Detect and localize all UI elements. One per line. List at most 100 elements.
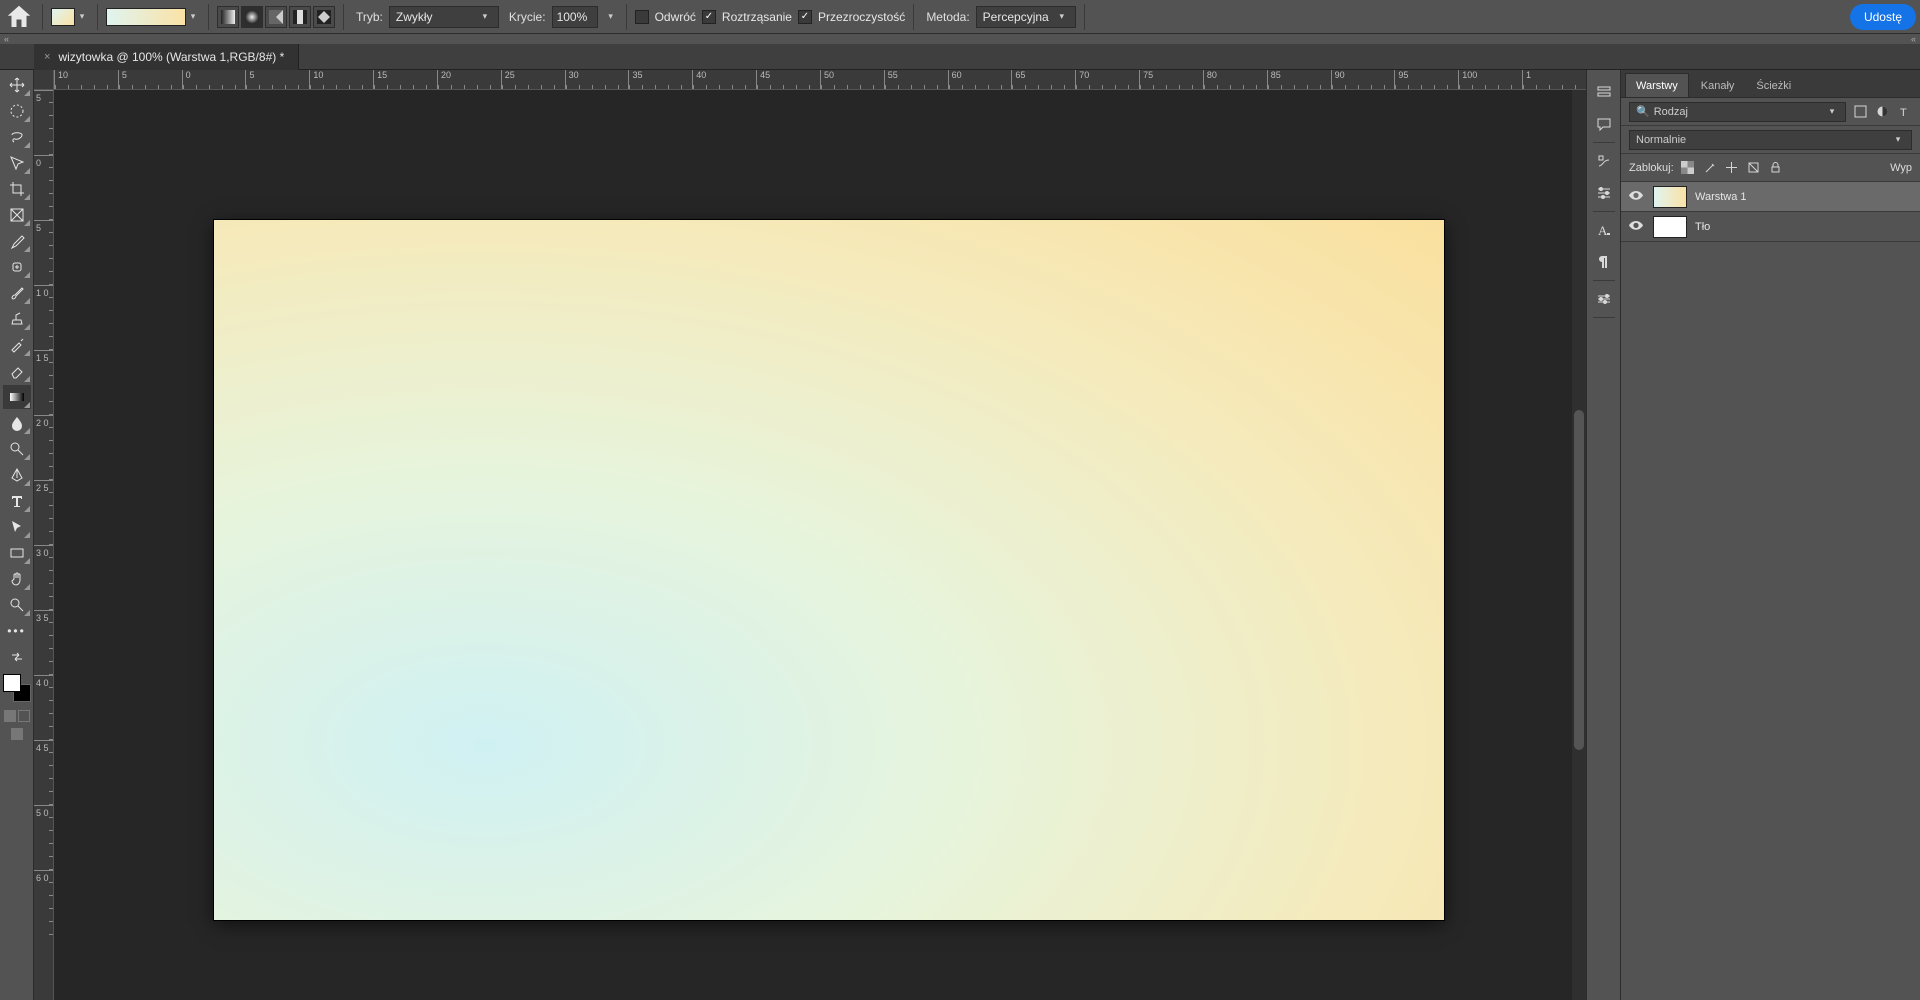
panel-tabs: Warstwy Kanały Ścieżki bbox=[1621, 70, 1920, 98]
paragraph-panel-icon[interactable] bbox=[1593, 252, 1615, 272]
scrollbar-thumb[interactable] bbox=[1574, 410, 1584, 750]
frame-tool[interactable] bbox=[3, 203, 31, 227]
tab-layers[interactable]: Warstwy bbox=[1625, 73, 1689, 97]
ruler-tick: 95 bbox=[1394, 70, 1458, 89]
tab-channels[interactable]: Kanały bbox=[1691, 74, 1745, 97]
eyedropper-tool[interactable] bbox=[3, 229, 31, 253]
blend-mode-row: Normalnie ▾ bbox=[1621, 126, 1920, 154]
method-select[interactable]: Percepcyjna ▾ bbox=[976, 6, 1076, 28]
comments-panel-icon[interactable] bbox=[1593, 114, 1615, 134]
reverse-label: Odwróć bbox=[655, 10, 696, 24]
brushes-panel-icon[interactable] bbox=[1593, 151, 1615, 171]
filter-pixel-icon[interactable] bbox=[1852, 104, 1868, 120]
edit-toolbar-button[interactable]: ••• bbox=[3, 619, 31, 643]
ruler-tick: 30 bbox=[565, 70, 629, 89]
path-selection-tool[interactable] bbox=[3, 515, 31, 539]
diamond-gradient-button[interactable] bbox=[313, 6, 335, 28]
ruler-origin[interactable] bbox=[34, 70, 54, 90]
crop-tool[interactable] bbox=[3, 177, 31, 201]
hand-tool[interactable] bbox=[3, 567, 31, 591]
layer-thumbnail[interactable] bbox=[1653, 186, 1687, 208]
rectangle-tool[interactable] bbox=[3, 541, 31, 565]
tool-preset-picker[interactable]: ▾ bbox=[51, 8, 89, 26]
checkbox-icon bbox=[635, 10, 649, 24]
collapse-left-icon[interactable]: « bbox=[4, 34, 9, 44]
history-panel-icon[interactable] bbox=[1593, 82, 1615, 102]
vertical-ruler[interactable]: 5051 01 52 02 53 03 54 04 55 06 0 bbox=[34, 90, 54, 1000]
opacity-label: Krycie: bbox=[509, 10, 546, 24]
foreground-color-swatch[interactable] bbox=[3, 674, 21, 692]
horizontal-ruler[interactable]: 1050510152025303540455055606570758085909… bbox=[54, 70, 1586, 90]
vertical-scrollbar[interactable] bbox=[1572, 90, 1586, 1000]
lock-transparent-icon[interactable] bbox=[1680, 160, 1696, 176]
gradient-icon bbox=[51, 8, 75, 26]
tab-paths[interactable]: Ścieżki bbox=[1746, 74, 1801, 97]
pen-tool[interactable] bbox=[3, 463, 31, 487]
color-swatches[interactable] bbox=[3, 674, 31, 702]
properties-panel-icon[interactable] bbox=[1593, 289, 1615, 309]
brush-tool[interactable] bbox=[3, 281, 31, 305]
ruler-tick: 20 bbox=[437, 70, 501, 89]
close-icon[interactable]: × bbox=[44, 51, 50, 63]
document-tab[interactable]: × wizytowka @ 100% (Warstwa 1,RGB/8#) * bbox=[34, 44, 299, 70]
zoom-tool[interactable] bbox=[3, 593, 31, 617]
standard-mode-icon bbox=[4, 710, 16, 722]
blur-tool[interactable] bbox=[3, 411, 31, 435]
move-tool[interactable] bbox=[3, 73, 31, 97]
healing-brush-tool[interactable] bbox=[3, 255, 31, 279]
clone-stamp-tool[interactable] bbox=[3, 307, 31, 331]
opacity-input[interactable]: 100% bbox=[552, 6, 598, 28]
marquee-tool[interactable] bbox=[3, 99, 31, 123]
dither-label: Roztrząsanie bbox=[722, 10, 792, 24]
share-button[interactable]: Udostę bbox=[1850, 4, 1916, 30]
history-brush-tool[interactable] bbox=[3, 333, 31, 357]
layer-thumbnail[interactable] bbox=[1653, 216, 1687, 238]
separator bbox=[626, 4, 627, 30]
opacity-value: 100% bbox=[557, 10, 588, 24]
blend-mode-value: Zwykły bbox=[396, 10, 433, 24]
quick-mask-toggle[interactable] bbox=[4, 710, 30, 722]
visibility-icon[interactable] bbox=[1629, 221, 1645, 233]
separator bbox=[97, 4, 98, 30]
home-button[interactable] bbox=[4, 4, 34, 30]
gradient-picker[interactable]: ▾ bbox=[106, 8, 200, 26]
lock-image-icon[interactable] bbox=[1702, 160, 1718, 176]
reflected-gradient-button[interactable] bbox=[289, 6, 311, 28]
layer-filter-select[interactable]: 🔍 Rodzaj ▾ bbox=[1629, 102, 1846, 122]
blend-mode-select[interactable]: Zwykły ▾ bbox=[389, 6, 499, 28]
layer-blend-select[interactable]: Normalnie ▾ bbox=[1629, 130, 1912, 150]
separator bbox=[913, 4, 914, 30]
chevron-down-icon[interactable]: ▾ bbox=[604, 8, 618, 26]
canvas[interactable] bbox=[214, 220, 1444, 920]
adjustments-panel-icon[interactable] bbox=[1593, 183, 1615, 203]
collapse-right-icon[interactable]: « bbox=[1911, 34, 1916, 44]
transparency-checkbox[interactable]: Przezroczystość bbox=[798, 10, 905, 24]
svg-text:A: A bbox=[1598, 223, 1608, 238]
angle-gradient-button[interactable] bbox=[265, 6, 287, 28]
visibility-icon[interactable] bbox=[1629, 191, 1645, 203]
lock-all-icon[interactable] bbox=[1768, 160, 1784, 176]
lock-position-icon[interactable] bbox=[1724, 160, 1740, 176]
dither-checkbox[interactable]: Roztrząsanie bbox=[702, 10, 792, 24]
ruler-tick: 10 bbox=[54, 70, 118, 89]
lock-artboard-icon[interactable] bbox=[1746, 160, 1762, 176]
filter-type-icon[interactable]: T bbox=[1896, 104, 1912, 120]
chevron-down-icon: ▾ bbox=[1891, 131, 1905, 149]
share-label: Udostę bbox=[1864, 10, 1902, 24]
eraser-tool[interactable] bbox=[3, 359, 31, 383]
lasso-tool[interactable] bbox=[3, 125, 31, 149]
dodge-tool[interactable] bbox=[3, 437, 31, 461]
linear-gradient-button[interactable] bbox=[217, 6, 239, 28]
gradient-tool[interactable] bbox=[3, 385, 31, 409]
screen-mode-toggle[interactable] bbox=[11, 728, 23, 740]
radial-gradient-button[interactable] bbox=[241, 6, 263, 28]
filter-adjust-icon[interactable] bbox=[1874, 104, 1890, 120]
quick-selection-tool[interactable] bbox=[3, 151, 31, 175]
search-icon: 🔍 bbox=[1636, 105, 1650, 118]
character-panel-icon[interactable]: A bbox=[1593, 220, 1615, 240]
swap-colors-button[interactable] bbox=[3, 645, 31, 669]
layer-item[interactable]: Tło bbox=[1621, 212, 1920, 242]
reverse-checkbox[interactable]: Odwróć bbox=[635, 10, 696, 24]
layer-item[interactable]: Warstwa 1 bbox=[1621, 182, 1920, 212]
type-tool[interactable] bbox=[3, 489, 31, 513]
